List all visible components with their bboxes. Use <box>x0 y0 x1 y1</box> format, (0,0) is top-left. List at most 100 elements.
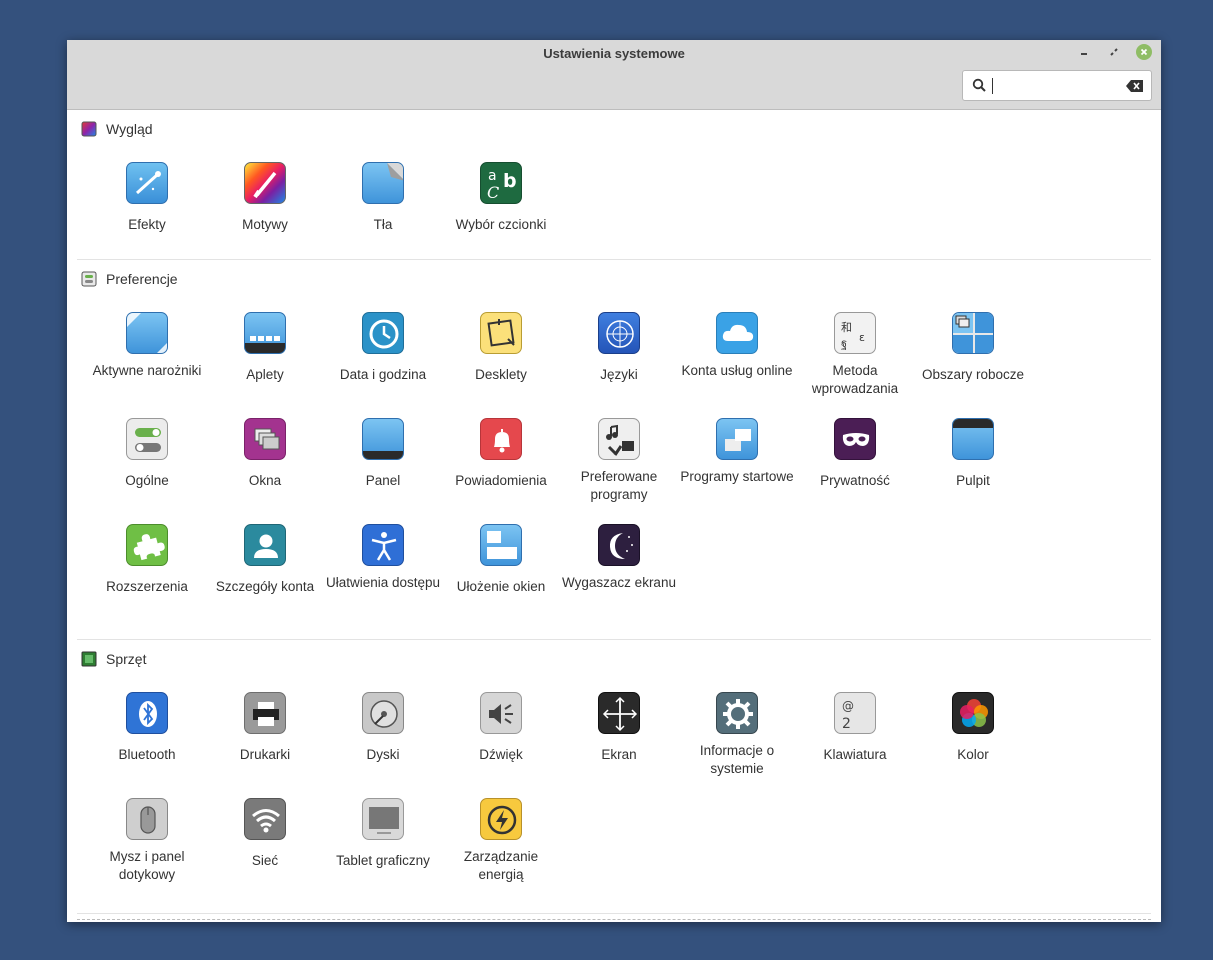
item-programy-startowe[interactable]: Programy startowe <box>678 418 796 518</box>
item-ulatwienia-dostepu[interactable]: Ułatwienia dostępu <box>324 524 442 624</box>
settings-window: Ustawienia systemowe Wygląd Efekty Motyw… <box>67 40 1161 922</box>
item-ogolne[interactable]: Ogólne <box>88 418 206 518</box>
item-siec[interactable]: Sieć <box>206 798 324 898</box>
item-konta-uslug-online[interactable]: Konta usług online <box>678 312 796 412</box>
languages-icon <box>598 312 640 354</box>
item-szczegoly-konta[interactable]: Szczegóły konta <box>206 524 324 624</box>
item-rozszerzenia[interactable]: Rozszerzenia <box>88 524 206 624</box>
item-label: Bluetooth <box>118 747 176 762</box>
search-box[interactable] <box>962 70 1152 101</box>
font-icon-letter-c: C <box>487 183 499 202</box>
windows-icon <box>244 418 286 460</box>
themes-icon <box>244 162 286 204</box>
item-label: Zarządzanie energią <box>463 849 539 882</box>
item-aplety[interactable]: Aplety <box>206 312 324 412</box>
accessibility-icon <box>362 524 404 566</box>
item-label: Motywy <box>242 217 288 232</box>
item-label: Rozszerzenia <box>106 579 188 594</box>
item-label: Aplety <box>246 367 284 382</box>
item-bluetooth[interactable]: Bluetooth <box>88 692 206 792</box>
section-appearance-header: Wygląd <box>81 119 153 139</box>
close-icon <box>1140 48 1148 56</box>
item-prywatnosc[interactable]: Prywatność <box>796 418 914 518</box>
close-button[interactable] <box>1136 44 1152 60</box>
section-hardware-title: Sprzęt <box>106 651 147 667</box>
item-okna[interactable]: Okna <box>206 418 324 518</box>
item-wybor-czcionki[interactable]: a b C Wybór czcionki <box>442 162 560 262</box>
section-preferences-header: Preferencje <box>81 269 178 289</box>
item-label: Wybór czcionki <box>455 217 547 232</box>
item-dyski[interactable]: Dyski <box>324 692 442 792</box>
item-jezyki[interactable]: Języki <box>560 312 678 412</box>
item-label: Drukarki <box>239 747 291 762</box>
account-details-icon <box>244 524 286 566</box>
section-divider <box>77 639 1151 640</box>
item-efekty[interactable]: Efekty <box>88 162 206 262</box>
item-label: Ekran <box>601 747 637 762</box>
item-informacje-o-systemie[interactable]: Informacje o systemie <box>678 692 796 792</box>
minimize-button[interactable] <box>1076 44 1092 60</box>
item-metoda-wprowadzania[interactable]: 和 ฐ ɛ Metoda wprowadzania <box>796 312 914 412</box>
item-kolor[interactable]: Kolor <box>914 692 1032 792</box>
effects-icon <box>126 162 168 204</box>
item-label: Klawiatura <box>823 747 887 762</box>
keyboard-icon-two: 2 <box>842 716 851 732</box>
settings-content: Wygląd Efekty Motywy Tła a b C Wybór czc… <box>67 110 1161 922</box>
item-drukarki[interactable]: Drukarki <box>206 692 324 792</box>
keyboard-icon: @ 2 <box>834 692 876 734</box>
hot-corners-icon <box>126 312 168 354</box>
input-icon-thai: ฐ <box>841 337 847 350</box>
item-label: Tablet graficzny <box>336 853 430 868</box>
bottom-dashed-divider <box>77 919 1151 920</box>
item-aktywne-narozniki[interactable]: Aktywne narożniki <box>88 312 206 412</box>
clear-search-icon[interactable] <box>1126 80 1144 92</box>
item-label: Aktywne narożniki <box>92 363 202 378</box>
item-label: Ogólne <box>125 473 169 488</box>
item-label: Desklety <box>475 367 527 382</box>
item-tablet-graficzny[interactable]: Tablet graficzny <box>324 798 442 898</box>
network-wifi-icon <box>244 798 286 840</box>
item-obszary-robocze[interactable]: Obszary robocze <box>914 312 1032 412</box>
workspaces-icon <box>952 312 994 354</box>
clock-icon <box>362 312 404 354</box>
item-motywy[interactable]: Motywy <box>206 162 324 262</box>
item-label: Data i godzina <box>339 367 427 382</box>
item-label: Dyski <box>366 747 400 762</box>
input-icon-cjk: 和 <box>841 321 852 334</box>
item-desklety[interactable]: Desklety <box>442 312 560 412</box>
sound-icon <box>480 692 522 734</box>
item-klawiatura[interactable]: @ 2 Klawiatura <box>796 692 914 792</box>
item-zarzadzanie-energia[interactable]: Zarządzanie energią <box>442 798 560 898</box>
window-title: Ustawienia systemowe <box>543 46 685 61</box>
search-input[interactable] <box>990 76 1120 96</box>
keyboard-icon-at: @ <box>842 699 854 713</box>
preferences-section-icon <box>81 271 97 287</box>
item-data-i-godzina[interactable]: Data i godzina <box>324 312 442 412</box>
item-mysz-i-panel-dotykowy[interactable]: Mysz i panel dotykowy <box>88 798 206 898</box>
item-label: Panel <box>365 473 401 488</box>
maximize-icon <box>1110 48 1118 56</box>
maximize-button[interactable] <box>1106 44 1122 60</box>
item-preferowane-programy[interactable]: Preferowane programy <box>560 418 678 518</box>
item-powiadomienia[interactable]: Powiadomienia <box>442 418 560 518</box>
item-dzwiek[interactable]: Dźwięk <box>442 692 560 792</box>
font-icon-letter-a: a <box>488 168 497 184</box>
item-tla[interactable]: Tła <box>324 162 442 262</box>
item-label: Pulpit <box>956 473 990 488</box>
item-panel[interactable]: Panel <box>324 418 442 518</box>
panel-icon <box>362 418 404 460</box>
font-icon-letter-b: b <box>503 170 517 192</box>
startup-apps-icon <box>716 418 758 460</box>
privacy-icon <box>834 418 876 460</box>
appearance-section-icon <box>81 121 97 137</box>
item-wygaszacz-ekranu[interactable]: Wygaszacz ekranu <box>560 524 678 624</box>
display-icon <box>598 692 640 734</box>
item-label: Sieć <box>251 853 279 868</box>
input-icon-e: ɛ <box>859 331 865 344</box>
hardware-section-icon <box>81 651 97 667</box>
item-label: Obszary robocze <box>921 367 1025 382</box>
printer-icon <box>244 692 286 734</box>
item-ekran[interactable]: Ekran <box>560 692 678 792</box>
item-pulpit[interactable]: Pulpit <box>914 418 1032 518</box>
item-ulozenie-okien[interactable]: Ułożenie okien <box>442 524 560 624</box>
